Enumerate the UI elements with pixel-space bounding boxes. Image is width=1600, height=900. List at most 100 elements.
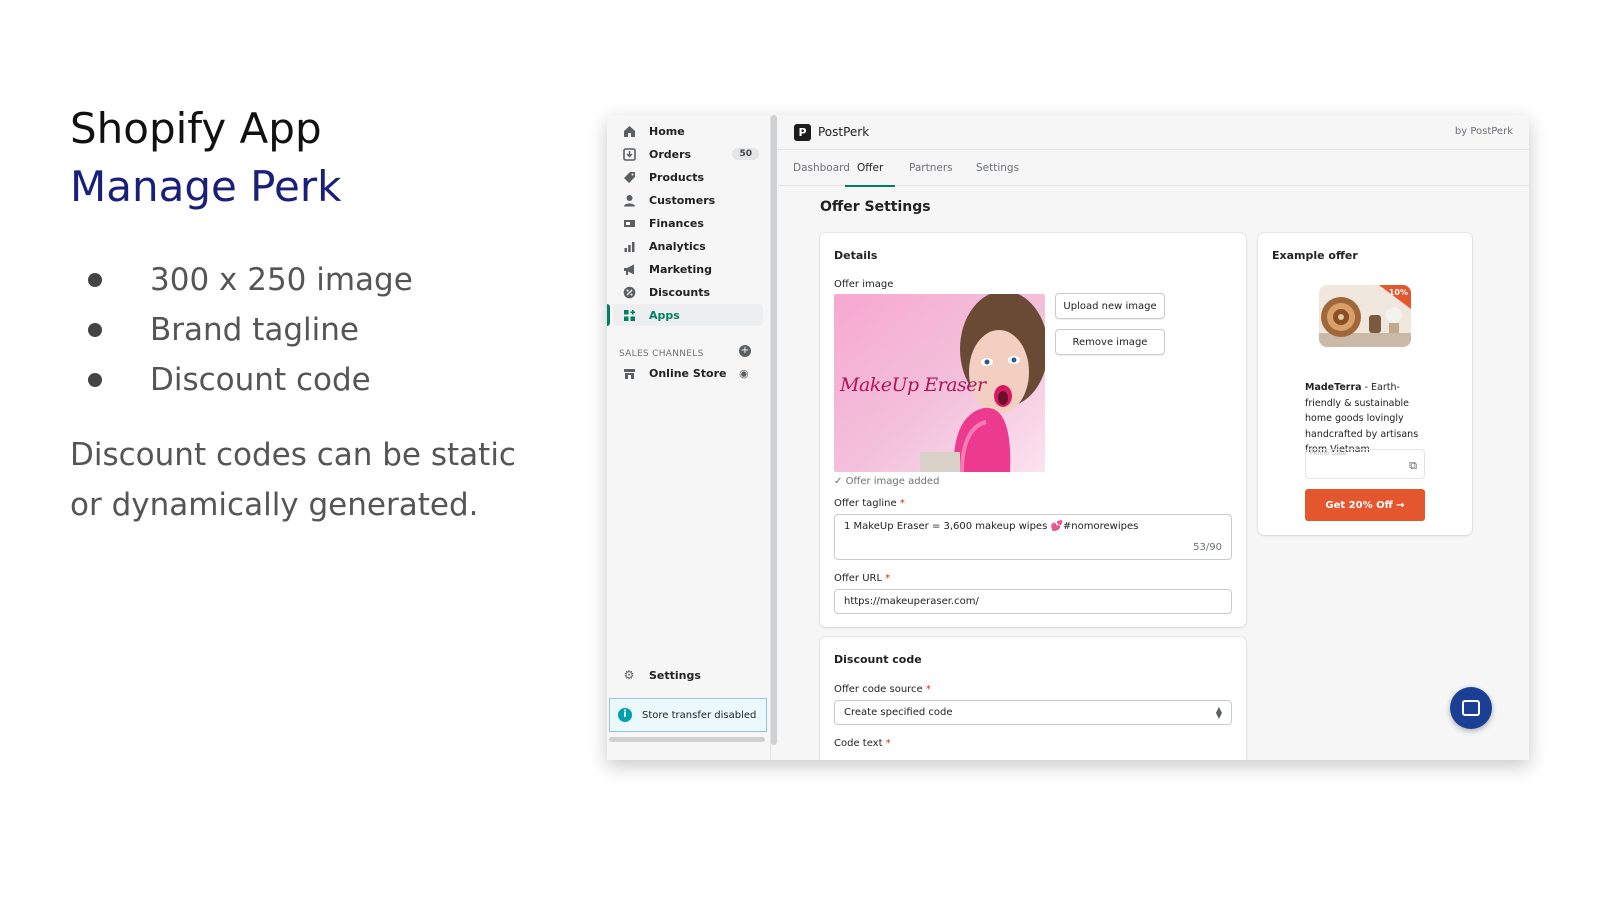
tag-icon (621, 169, 637, 185)
tagline-counter: 53/90 (1193, 542, 1222, 553)
list-item: Discount code (88, 355, 413, 405)
list-item: 300 x 250 image (88, 255, 413, 305)
example-offer-image: 10% (1319, 285, 1411, 347)
required-marker: * (885, 738, 891, 749)
sidebar-item-customers[interactable]: Customers (613, 189, 763, 211)
upload-image-button[interactable]: Upload new image (1055, 293, 1165, 319)
sidebar: Home Orders 50 Products Customers Financ… (607, 115, 771, 760)
details-card: Details Offer image MakeUp Eraser Upload… (820, 233, 1246, 627)
page-title: Offer Settings (820, 199, 931, 215)
promo-code-field[interactable]: Promo Code ⧉ (1305, 449, 1425, 479)
sidebar-item-label: Analytics (649, 239, 706, 253)
check-icon: ✓ (834, 476, 846, 487)
person-icon (621, 192, 637, 208)
code-source-label-text: Offer code source (834, 684, 923, 695)
sidebar-item-label: Online Store (649, 366, 727, 380)
discount-card: Discount code Offer code source * Create… (820, 637, 1246, 760)
tagline-input[interactable]: 1 MakeUp Eraser = 3,600 makeup wipes 💕#n… (834, 514, 1232, 560)
example-offer-title: Example offer (1272, 249, 1358, 262)
code-source-select[interactable]: Create specified code ▲ ▼ (834, 700, 1232, 725)
app-developer-label: by PostPerk (1454, 126, 1513, 137)
app-window: Home Orders 50 Products Customers Financ… (607, 115, 1529, 760)
store-icon (621, 365, 637, 381)
megaphone-icon (621, 261, 637, 277)
sidebar-item-label: Customers (649, 193, 716, 207)
apps-icon (621, 307, 637, 323)
sidebar-horizontal-scrollbar[interactable] (609, 737, 765, 742)
tab-partners[interactable]: Partners (897, 150, 965, 186)
chat-button[interactable] (1450, 687, 1492, 729)
bullet-icon (88, 273, 102, 287)
example-offer-card: Example offer 10% MadeTerra - Earth-frie… (1258, 233, 1472, 535)
sidebar-item-discounts[interactable]: Discounts (613, 281, 763, 303)
select-arrows-icon: ▲ ▼ (1215, 705, 1222, 720)
sales-channels-label: SALES CHANNELS (619, 349, 704, 359)
url-value: https://makeuperaser.com/ (844, 596, 979, 607)
required-marker: * (899, 498, 905, 509)
sidebar-item-label: Products (649, 170, 705, 184)
code-source-value: Create specified code (844, 707, 953, 718)
feature-list: 300 x 250 image Brand tagline Discount c… (88, 255, 413, 405)
sidebar-item-marketing[interactable]: Marketing (613, 258, 763, 280)
sidebar-item-orders[interactable]: Orders 50 (613, 143, 763, 165)
sidebar-item-label: Orders (649, 147, 692, 161)
image-added-note: ✓ Offer image added (834, 476, 939, 487)
sidebar-item-label: Finances (649, 216, 704, 230)
url-input[interactable]: https://makeuperaser.com/ (834, 589, 1232, 614)
remove-image-button[interactable]: Remove image (1055, 329, 1165, 355)
sidebar-item-analytics[interactable]: Analytics (613, 235, 763, 257)
code-source-label: Offer code source * (834, 684, 931, 695)
slide-subtitle: Manage Perk (70, 162, 342, 211)
copy-icon[interactable]: ⧉ (1409, 459, 1417, 473)
app-topbar: P PostPerk by PostPerk (778, 115, 1529, 150)
store-transfer-notice: i Store transfer disabled (609, 698, 767, 732)
tagline-value: 1 MakeUp Eraser = 3,600 makeup wipes 💕#n… (844, 521, 1139, 532)
promo-code-label: Promo Code (1310, 450, 1347, 457)
required-marker: * (885, 573, 891, 584)
sidebar-item-label: Discounts (649, 285, 710, 299)
list-item: Brand tagline (88, 305, 413, 355)
slide-note: Discount codes can be static or dynamica… (70, 437, 516, 523)
info-icon: i (618, 708, 632, 722)
code-text-label-text: Code text (834, 738, 883, 749)
tab-settings[interactable]: Settings (964, 150, 1031, 186)
code-text-label: Code text * (834, 738, 891, 749)
sidebar-item-label: Settings (649, 668, 701, 682)
offer-image-label: Offer image (834, 279, 894, 290)
sidebar-item-label: Apps (649, 308, 680, 322)
gear-icon: ⚙ (623, 668, 635, 682)
home-icon (621, 123, 637, 139)
sidebar-item-home[interactable]: Home (613, 120, 763, 142)
tagline-label: Offer tagline * (834, 498, 905, 509)
example-offer-description: MadeTerra - Earth-friendly & sustainable… (1305, 380, 1429, 458)
url-label-text: Offer URL (834, 573, 883, 584)
sidebar-item-products[interactable]: Products (613, 166, 763, 188)
image-added-label: Offer image added (845, 476, 940, 487)
bullet-icon (88, 373, 102, 387)
discount-icon (621, 284, 637, 300)
details-card-title: Details (834, 249, 878, 262)
finances-icon (621, 215, 637, 231)
list-item-label: Brand tagline (150, 312, 359, 348)
bar-chart-icon (621, 238, 637, 254)
orders-icon (621, 146, 637, 162)
slide-title: Shopify App (70, 104, 322, 153)
sidebar-item-apps[interactable]: Apps (607, 304, 763, 326)
tab-offer[interactable]: Offer (845, 150, 896, 187)
get-discount-button[interactable]: Get 20% Off → (1305, 489, 1425, 521)
sidebar-item-settings[interactable]: ⚙ Settings (613, 664, 763, 686)
orders-count-badge: 50 (732, 148, 759, 160)
chat-icon (1462, 700, 1480, 716)
postperk-logo-icon: P (794, 124, 811, 141)
sidebar-scrollbar[interactable] (771, 115, 777, 745)
tagline-label-text: Offer tagline (834, 498, 897, 509)
store-transfer-label: Store transfer disabled (642, 709, 757, 721)
eye-icon[interactable]: ◉ (739, 367, 749, 380)
url-label: Offer URL * (834, 573, 890, 584)
add-channel-icon[interactable]: + (739, 345, 751, 357)
sidebar-item-label: Marketing (649, 262, 713, 276)
sidebar-item-finances[interactable]: Finances (613, 212, 763, 234)
required-marker: * (925, 684, 931, 695)
discount-badge: 10% (1388, 288, 1408, 297)
discount-card-title: Discount code (834, 653, 922, 666)
